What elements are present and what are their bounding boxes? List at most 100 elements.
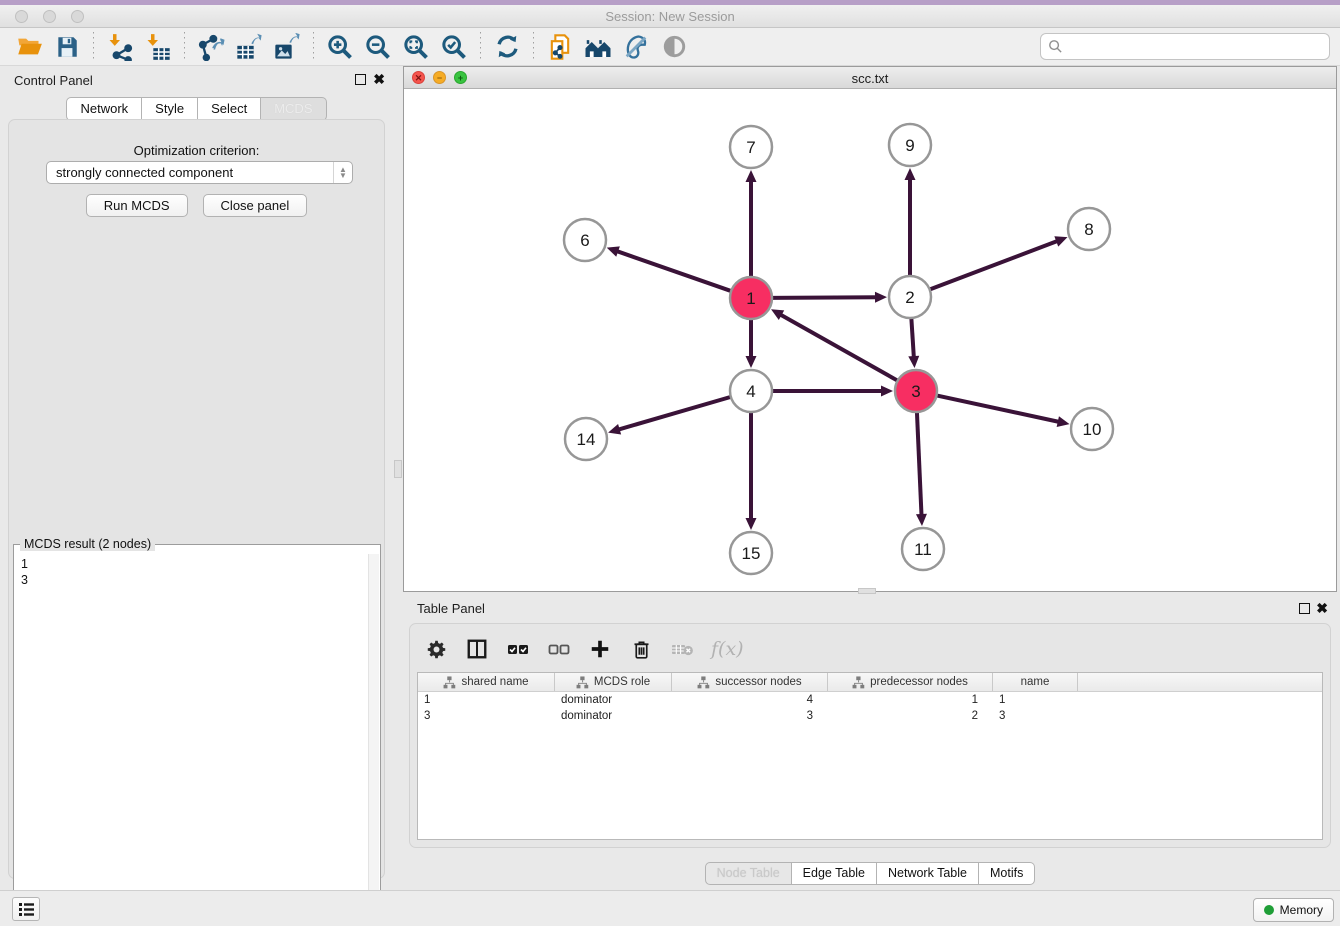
hide-selection-icon[interactable] xyxy=(659,32,689,62)
tab-edge-table[interactable]: Edge Table xyxy=(792,862,877,885)
tab-motifs[interactable]: Motifs xyxy=(979,862,1035,885)
tab-network-table[interactable]: Network Table xyxy=(877,862,979,885)
graph-edge[interactable] xyxy=(917,412,922,517)
graph-edge[interactable] xyxy=(937,395,1061,422)
graph-edge[interactable] xyxy=(617,397,731,430)
cell-successor-nodes[interactable]: 4 xyxy=(672,694,828,706)
float-panel-icon[interactable] xyxy=(355,74,366,85)
close-panel-icon[interactable]: ✖ xyxy=(373,71,385,87)
graph-node-label: 3 xyxy=(911,382,920,401)
tab-node-table[interactable]: Node Table xyxy=(705,862,792,885)
edge-arrowhead xyxy=(746,518,757,530)
memory-button[interactable]: Memory xyxy=(1253,898,1334,922)
first-neighbors-icon[interactable] xyxy=(583,32,613,62)
network-graph[interactable]: 1234678910111415 xyxy=(404,89,1336,591)
refresh-network-icon[interactable] xyxy=(492,32,522,62)
edge-arrowhead xyxy=(746,356,757,368)
add-column-icon[interactable] xyxy=(588,637,612,661)
memory-label: Memory xyxy=(1280,903,1323,917)
column-header-shared-name[interactable]: shared name xyxy=(418,673,555,691)
zoom-out-icon[interactable] xyxy=(363,32,393,62)
column-header-name[interactable]: name xyxy=(993,673,1078,691)
table-row[interactable]: 1 dominator 4 1 1 xyxy=(418,692,1322,708)
table-header-row: shared name MCDS role successor nodes pr… xyxy=(418,673,1322,692)
column-header-predecessor-nodes[interactable]: predecessor nodes xyxy=(828,673,993,691)
graph-node-label: 1 xyxy=(746,289,755,308)
graph-edge[interactable] xyxy=(772,297,878,298)
deselect-all-checkboxes-icon[interactable] xyxy=(547,637,571,661)
column-header-mcds-role[interactable]: MCDS role xyxy=(555,673,672,691)
tab-select[interactable]: Select xyxy=(198,97,261,121)
tab-style[interactable]: Style xyxy=(142,97,198,121)
cell-shared-name[interactable]: 3 xyxy=(418,710,555,722)
graph-edge[interactable] xyxy=(779,314,898,381)
close-panel-button[interactable]: Close panel xyxy=(203,194,308,217)
export-network-icon[interactable] xyxy=(196,32,226,62)
graph-node-label: 10 xyxy=(1083,420,1102,439)
delete-column-icon[interactable] xyxy=(629,637,653,661)
graph-node-label: 6 xyxy=(580,231,589,250)
close-table-panel-icon[interactable]: ✖ xyxy=(1316,600,1328,616)
control-panel: Control Panel ✖ Network Style Select MCD… xyxy=(0,66,393,890)
table-splitter-grip[interactable] xyxy=(858,588,876,594)
graph-edge[interactable] xyxy=(615,251,731,292)
cell-mcds-role[interactable]: dominator xyxy=(555,710,672,722)
tab-network[interactable]: Network xyxy=(66,97,142,121)
tree-icon xyxy=(576,676,589,689)
edge-arrowhead xyxy=(908,356,919,368)
cell-successor-nodes[interactable]: 3 xyxy=(672,710,828,722)
list-icon xyxy=(18,902,35,917)
column-header-successor-nodes[interactable]: successor nodes xyxy=(672,673,828,691)
edge-arrowhead xyxy=(916,514,927,526)
cell-shared-name[interactable]: 1 xyxy=(418,694,555,706)
table-toolbar: f(x) xyxy=(424,631,744,667)
copy-network-view-icon[interactable] xyxy=(545,32,575,62)
task-history-button[interactable] xyxy=(12,897,40,921)
save-session-icon[interactable] xyxy=(52,32,82,62)
cell-name[interactable]: 1 xyxy=(993,694,1078,706)
float-table-panel-icon[interactable] xyxy=(1299,603,1310,614)
criterion-dropdown[interactable]: strongly connected component ▲▼ xyxy=(46,161,353,184)
network-window-titlebar[interactable]: ✕ − + scc.txt xyxy=(404,67,1336,89)
graph-node-label: 15 xyxy=(742,544,761,563)
search-input[interactable] xyxy=(1068,36,1329,57)
main-toolbar xyxy=(0,28,1340,66)
export-image-icon[interactable] xyxy=(272,32,302,62)
graph-edge[interactable] xyxy=(930,240,1059,289)
graph-node-label: 11 xyxy=(914,540,932,559)
cell-predecessor-nodes[interactable]: 2 xyxy=(828,710,993,722)
toolbar-separator xyxy=(480,32,481,62)
tab-mcds[interactable]: MCDS xyxy=(261,97,326,121)
table-settings-icon[interactable] xyxy=(424,637,448,661)
zoom-in-icon[interactable] xyxy=(325,32,355,62)
cell-predecessor-nodes[interactable]: 1 xyxy=(828,694,993,706)
network-view-window: ✕ − + scc.txt 1234678910111415 xyxy=(403,66,1337,592)
search-field[interactable] xyxy=(1040,33,1330,60)
search-icon xyxy=(1048,39,1063,54)
toolbar-separator xyxy=(184,32,185,62)
zoom-selected-icon[interactable] xyxy=(439,32,469,62)
import-table-icon[interactable] xyxy=(143,32,173,62)
edge-arrowhead xyxy=(746,170,757,182)
select-all-checkboxes-icon[interactable] xyxy=(506,637,530,661)
toolbar-separator xyxy=(93,32,94,62)
result-scrollbar[interactable] xyxy=(368,554,379,922)
cell-name[interactable]: 3 xyxy=(993,710,1078,722)
table-row[interactable]: 3 dominator 3 2 3 xyxy=(418,708,1322,724)
open-session-icon[interactable] xyxy=(14,32,44,62)
mcds-result-text[interactable]: 1 3 xyxy=(15,554,379,922)
node-table: shared name MCDS role successor nodes pr… xyxy=(417,672,1323,840)
clear-style-icon[interactable] xyxy=(621,32,651,62)
run-mcds-button[interactable]: Run MCDS xyxy=(86,194,188,217)
panel-splitter-grip[interactable] xyxy=(394,460,402,478)
graph-node-label: 9 xyxy=(905,136,914,155)
export-table-icon[interactable] xyxy=(234,32,264,62)
split-view-icon[interactable] xyxy=(465,637,489,661)
table-panel: Table Panel ✖ f(x) shared name MCDS role… xyxy=(403,595,1337,888)
import-network-icon[interactable] xyxy=(105,32,135,62)
cell-mcds-role[interactable]: dominator xyxy=(555,694,672,706)
graph-node-label: 7 xyxy=(746,138,755,157)
edge-arrowhead xyxy=(1054,236,1067,246)
zoom-fit-icon[interactable] xyxy=(401,32,431,62)
graph-edge[interactable] xyxy=(911,318,914,359)
